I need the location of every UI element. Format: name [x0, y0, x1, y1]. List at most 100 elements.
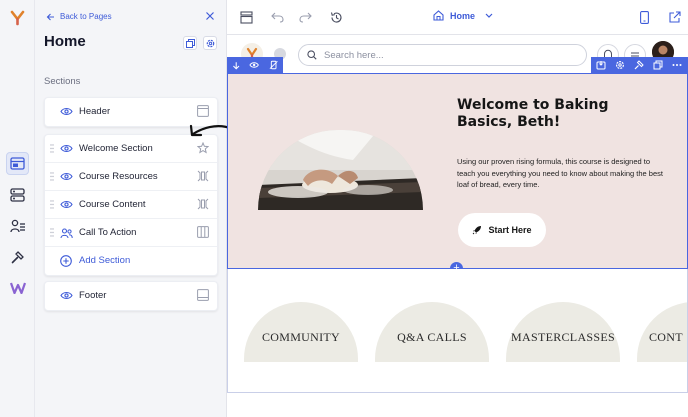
eye-icon[interactable] [60, 107, 73, 116]
content-rail-button[interactable] [6, 183, 29, 206]
undo-icon [270, 12, 284, 23]
back-to-pages-label: Back to Pages [60, 12, 112, 21]
hero-image [258, 130, 423, 210]
page-selector-label: Home [450, 10, 476, 21]
section-row-course-content[interactable]: Course Content [45, 191, 217, 219]
section-label: Footer [79, 290, 107, 301]
sections-heading: Sections [44, 76, 81, 87]
section-row-course-resources[interactable]: Course Resources [45, 163, 217, 191]
search-placeholder: Search here... [324, 49, 384, 61]
users-icon[interactable] [60, 228, 73, 239]
sections-panel: Back to Pages Home Sections Header Welco… [35, 0, 246, 417]
eye-icon[interactable] [60, 172, 73, 181]
design-rail-button[interactable] [6, 245, 29, 268]
back-to-pages-link[interactable]: Back to Pages [46, 12, 112, 21]
feature-card-content[interactable]: CONT [637, 302, 687, 362]
section-label: Call To Action [79, 227, 137, 238]
feature-label: COMMUNITY [261, 329, 341, 344]
page-canvas: Search here... Welcome to Baking Basics,… [227, 35, 688, 417]
hide-mobile-icon[interactable] [269, 60, 278, 70]
start-here-label: Start Here [488, 225, 532, 235]
eye-icon[interactable] [60, 144, 73, 153]
section-label: Welcome Section [79, 143, 153, 154]
feature-card-qa-calls[interactable]: Q&A CALLS [375, 302, 489, 362]
layout-icon [10, 157, 25, 170]
section-label: Course Content [79, 199, 146, 210]
move-down-icon[interactable] [232, 61, 240, 70]
drag-handle-icon[interactable] [50, 200, 54, 209]
footer-section-card[interactable]: Footer [44, 281, 218, 311]
phone-icon [639, 10, 649, 24]
layout-footer-icon [197, 289, 209, 301]
chevron-down-icon [485, 13, 493, 18]
gear-icon [206, 39, 214, 47]
pages-rail-button[interactable] [6, 152, 29, 175]
eye-icon[interactable] [60, 291, 73, 300]
logo-icon [10, 10, 25, 26]
list-icon [10, 187, 25, 202]
section-label: Header [79, 106, 111, 117]
rocket-icon [473, 226, 482, 235]
users-icon [9, 219, 25, 232]
feature-label: CONT [649, 329, 683, 344]
close-icon[interactable] [205, 11, 215, 21]
grid-icon [197, 226, 209, 238]
save-section-icon[interactable] [596, 60, 606, 70]
welcome-section[interactable]: Welcome to Baking Basics, Beth! Using ou… [227, 73, 688, 269]
page-title: Home [44, 33, 86, 50]
drag-handle-icon[interactable] [50, 144, 54, 153]
history-button[interactable] [329, 10, 343, 24]
more-icon[interactable] [672, 63, 682, 67]
home-icon [433, 10, 444, 21]
feature-card-masterclasses[interactable]: MASTERCLASSES [506, 302, 620, 362]
gear-icon[interactable] [615, 60, 625, 70]
members-rail-button[interactable] [6, 214, 29, 237]
history-icon [330, 11, 342, 23]
feature-label: Q&A CALLS [397, 329, 467, 344]
section-toolbar-right [591, 57, 688, 73]
open-external-button[interactable] [668, 10, 682, 24]
hammer-icon[interactable] [634, 60, 644, 70]
eye-icon[interactable] [249, 61, 260, 69]
columns-icon [197, 170, 209, 182]
page-actions [183, 36, 217, 50]
eye-icon[interactable] [60, 200, 73, 209]
duplicate-page-button[interactable] [183, 36, 197, 50]
layers-button[interactable] [239, 10, 253, 24]
icon-rail [0, 0, 35, 417]
page-settings-button[interactable] [203, 36, 217, 50]
columns-icon [197, 198, 209, 210]
copy-icon[interactable] [653, 60, 663, 70]
body-sections-card: Welcome Section Course Resources Course … [44, 134, 218, 276]
layout-header-icon [197, 105, 209, 117]
feature-label: MASTERCLASSES [511, 329, 615, 344]
section-row-call-to-action[interactable]: Call To Action [45, 219, 217, 247]
course-resources-section[interactable]: COMMUNITY Q&A CALLS MASTERCLASSES CONT [227, 269, 688, 393]
section-row-footer[interactable]: Footer [45, 282, 217, 310]
hero-description: Using our proven rising formula, this co… [457, 157, 663, 189]
editor-toolbar: Home [227, 0, 688, 35]
w-logo-icon [9, 282, 26, 294]
site-search-input[interactable]: Search here... [298, 44, 587, 66]
drag-handle-icon[interactable] [50, 172, 54, 181]
redo-icon [298, 12, 312, 23]
mobile-preview-button[interactable] [637, 10, 651, 24]
app-window: Back to Pages Home Sections Header Welco… [0, 0, 688, 417]
add-section-label: Add Section [79, 255, 131, 266]
brand-rail-button[interactable] [6, 276, 29, 299]
copy-icon [185, 38, 195, 48]
external-link-icon [669, 11, 681, 23]
feature-card-community[interactable]: COMMUNITY [244, 302, 358, 362]
start-here-button[interactable]: Start Here [458, 213, 546, 247]
drag-handle-icon[interactable] [50, 228, 54, 237]
section-label: Course Resources [79, 171, 158, 182]
arrow-left-icon [46, 13, 54, 20]
redo-button[interactable] [298, 10, 312, 24]
layers-icon [239, 10, 253, 24]
section-toolbar-left [227, 57, 283, 73]
page-selector[interactable]: Home [433, 10, 493, 21]
hammer-icon [11, 250, 24, 263]
add-section-button[interactable]: Add Section [45, 247, 217, 275]
undo-button[interactable] [270, 10, 284, 24]
baker-kneading-image [258, 130, 423, 210]
